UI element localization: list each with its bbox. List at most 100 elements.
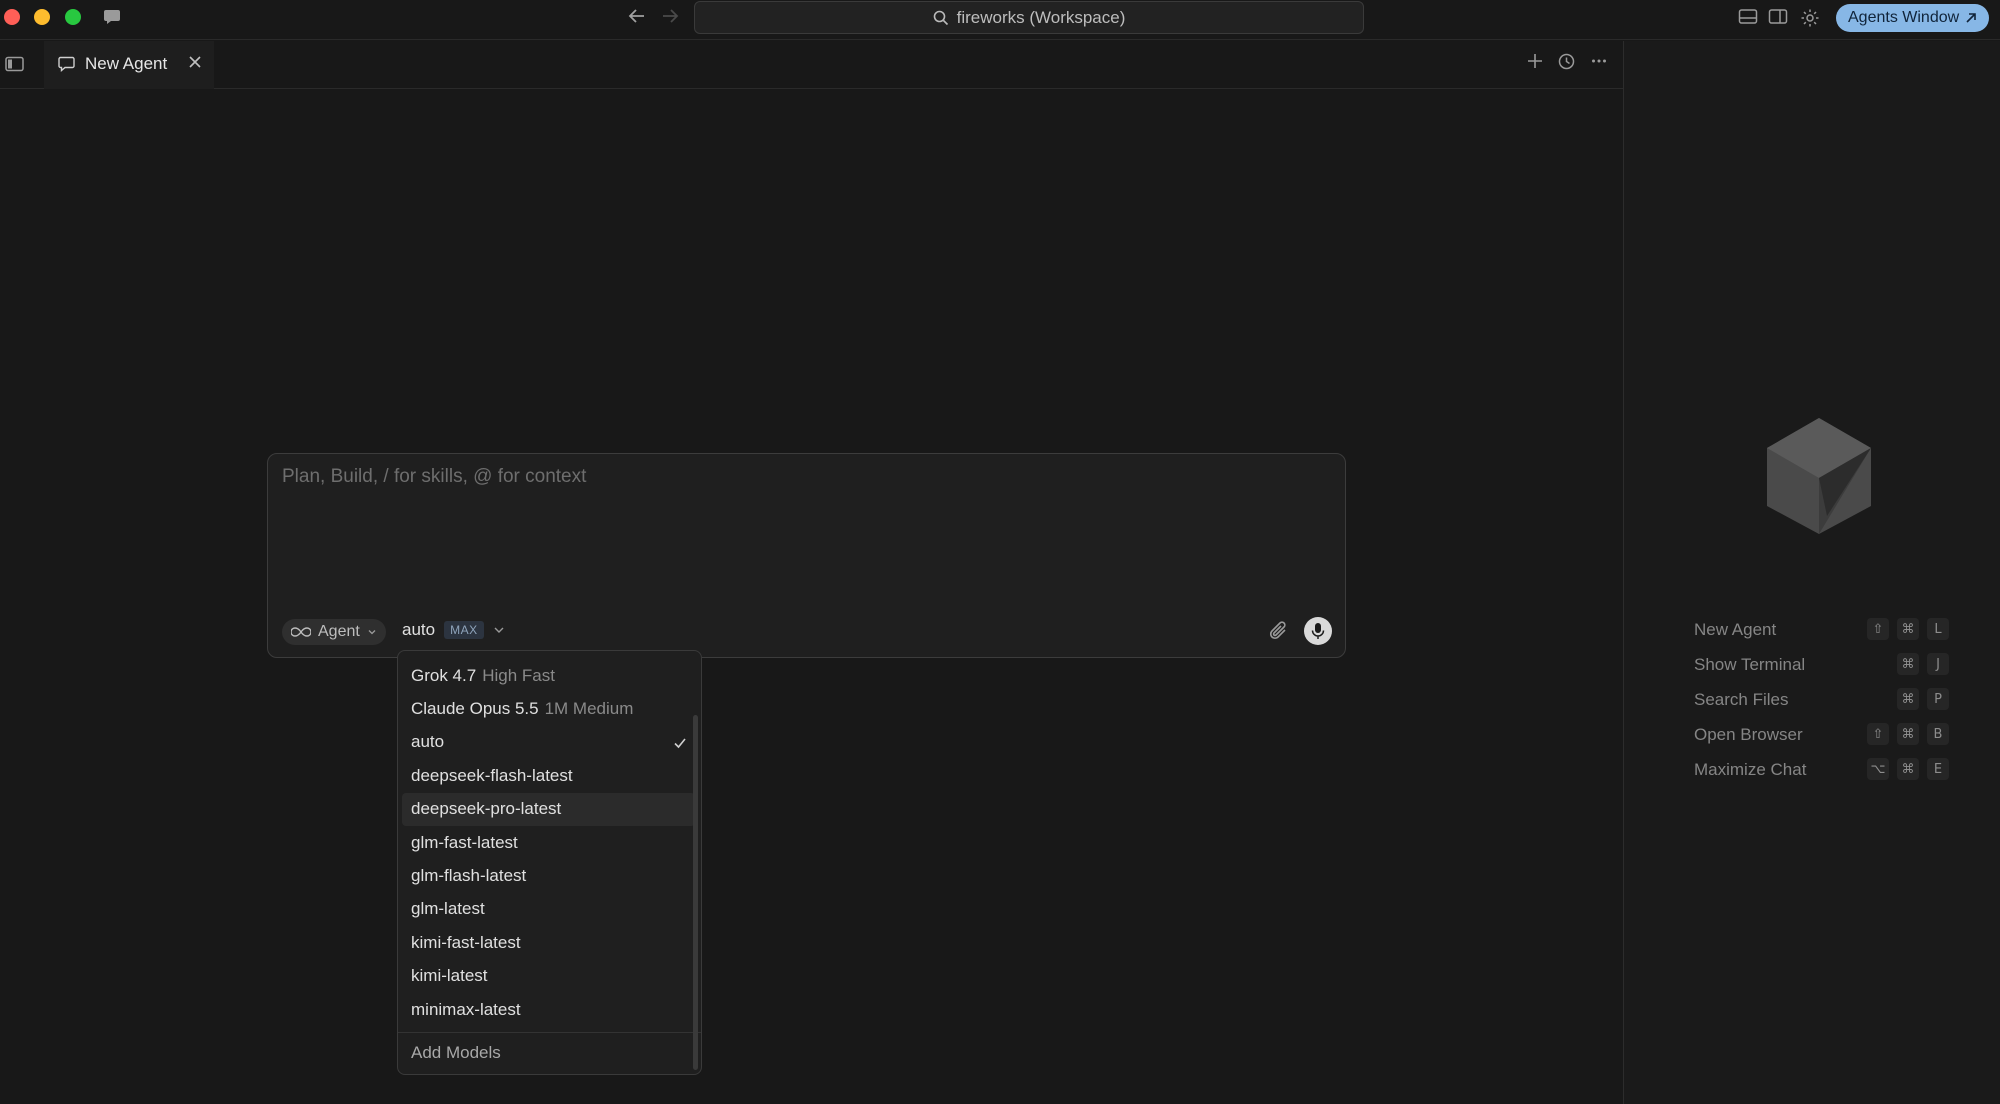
model-option-name: kimi-latest bbox=[411, 966, 488, 986]
key-cap bbox=[1867, 688, 1889, 710]
model-option[interactable]: glm-latest bbox=[402, 893, 695, 926]
agent-composer[interactable]: Plan, Build, / for skills, @ for context… bbox=[267, 453, 1346, 658]
chevron-down-icon bbox=[494, 627, 504, 633]
workspace-search-bar[interactable]: fireworks (Workspace) bbox=[694, 1, 1364, 34]
model-option[interactable]: glm-fast-latest bbox=[402, 826, 695, 859]
add-models-button[interactable]: Add Models bbox=[398, 1039, 701, 1067]
key-cap: ⌘ bbox=[1897, 723, 1919, 745]
more-options-icon[interactable] bbox=[1591, 53, 1607, 74]
model-option-name: Grok 4.7 bbox=[411, 665, 477, 685]
infinity-icon bbox=[291, 627, 311, 637]
model-option[interactable]: Claude Opus 5.5 1M Medium bbox=[402, 692, 695, 725]
model-option[interactable]: glm-flash-latest bbox=[402, 859, 695, 892]
agent-mode-selector[interactable]: Agent bbox=[282, 619, 386, 645]
shortcut-row[interactable]: Open Browser ⇧ ⌘ B bbox=[1694, 717, 1949, 752]
window-close-button[interactable] bbox=[4, 9, 20, 25]
shortcut-row[interactable]: Search Files ⌘ P bbox=[1694, 682, 1949, 717]
key-cap: ⇧ bbox=[1867, 618, 1889, 640]
mode-label: Agent bbox=[318, 623, 360, 640]
shortcut-label: Show Terminal bbox=[1694, 654, 1806, 674]
key-cap: B bbox=[1927, 723, 1949, 745]
microphone-icon bbox=[1311, 623, 1325, 639]
checkmark-icon bbox=[673, 735, 687, 755]
search-icon bbox=[933, 10, 948, 25]
key-cap: ⌘ bbox=[1897, 688, 1919, 710]
shortcut-label: Open Browser bbox=[1694, 724, 1803, 744]
model-label: auto bbox=[402, 620, 436, 639]
plus-icon[interactable] bbox=[1527, 53, 1543, 74]
model-option[interactable]: kimi-latest bbox=[402, 960, 695, 993]
model-option[interactable]: deepseek-pro-latest bbox=[402, 792, 695, 826]
key-cap: L bbox=[1927, 618, 1949, 640]
history-clock-icon[interactable] bbox=[1558, 53, 1575, 75]
key-cap bbox=[1867, 653, 1889, 675]
shortcut-keys: ⌘ P bbox=[1867, 688, 1949, 710]
agents-window-label: Agents Window bbox=[1848, 9, 1960, 26]
key-cap: E bbox=[1927, 758, 1949, 780]
agents-window-button[interactable]: Agents Window bbox=[1836, 4, 1990, 32]
tab-bar: New Agent bbox=[0, 41, 1623, 89]
sidebar-toggle-icon[interactable] bbox=[5, 56, 25, 77]
arrow-up-right-icon bbox=[1966, 13, 1976, 23]
model-option-name: deepseek-pro-latest bbox=[411, 799, 562, 819]
key-cap: ⌘ bbox=[1897, 653, 1919, 675]
close-icon[interactable] bbox=[188, 53, 202, 74]
model-list: Grok 4.7 High Fast Claude Opus 5.5 1M Mediu… bbox=[398, 659, 701, 1026]
model-option-name: glm-fast-latest bbox=[411, 832, 518, 852]
shortcut-row[interactable]: Show Terminal ⌘ J bbox=[1694, 647, 1949, 682]
shortcut-keys: ⇧ ⌘ B bbox=[1867, 723, 1949, 745]
key-cap: ⌥ bbox=[1867, 758, 1889, 780]
search-text: fireworks (Workspace) bbox=[956, 7, 1126, 27]
toggle-panel-icon[interactable] bbox=[1738, 8, 1758, 31]
microphone-button[interactable] bbox=[1304, 617, 1332, 645]
model-option-name: Claude Opus 5.5 bbox=[411, 699, 539, 719]
paperclip-icon[interactable] bbox=[1268, 619, 1290, 648]
model-dropdown: Grok 4.7 High Fast Claude Opus 5.5 1M Mediu… bbox=[397, 650, 702, 1075]
window-minimize-button[interactable] bbox=[34, 9, 50, 25]
model-option-detail: 1M Medium bbox=[544, 699, 634, 719]
key-cap: ⌘ bbox=[1897, 618, 1919, 640]
tab-label: New Agent bbox=[85, 54, 168, 73]
shortcut-keys: ⌥ ⌘ E bbox=[1867, 758, 1949, 780]
toggle-sidebar-right-icon[interactable] bbox=[1768, 8, 1788, 31]
back-arrow-icon[interactable] bbox=[627, 6, 647, 32]
model-option-name: glm-flash-latest bbox=[411, 866, 527, 886]
forward-arrow-icon[interactable] bbox=[660, 6, 680, 32]
key-cap: ⌘ bbox=[1897, 758, 1919, 780]
key-cap: P bbox=[1927, 688, 1949, 710]
shortcut-keys: ⌘ J bbox=[1867, 653, 1949, 675]
model-option-name: deepseek-flash-latest bbox=[411, 765, 573, 785]
tab-new-agent[interactable]: New Agent bbox=[44, 41, 214, 89]
key-cap: J bbox=[1927, 653, 1949, 675]
model-option[interactable]: minimax-latest bbox=[402, 993, 695, 1026]
model-selector[interactable]: auto MAX bbox=[402, 620, 505, 640]
chat-bubble-icon[interactable] bbox=[103, 9, 121, 30]
shortcut-label: Maximize Chat bbox=[1694, 759, 1807, 779]
model-option[interactable]: kimi-fast-latest bbox=[402, 926, 695, 959]
title-bar: fireworks (Workspace) Agents Window bbox=[0, 0, 2000, 40]
model-option-name: minimax-latest bbox=[411, 999, 521, 1019]
shortcut-keys: ⇧ ⌘ L bbox=[1867, 618, 1949, 640]
shortcut-label: Search Files bbox=[1694, 689, 1789, 709]
shortcut-row[interactable]: New Agent ⇧ ⌘ L bbox=[1694, 612, 1949, 647]
shortcut-label: New Agent bbox=[1694, 619, 1777, 639]
key-cap: ⇧ bbox=[1867, 723, 1889, 745]
window-maximize-button[interactable] bbox=[65, 9, 81, 25]
chevron-down-icon bbox=[368, 630, 376, 635]
shortcut-list: New Agent ⇧ ⌘ L Show Terminal ⌘ J Search Files ⌘… bbox=[1694, 612, 1949, 787]
model-option[interactable]: deepseek-flash-latest bbox=[402, 759, 695, 792]
model-option[interactable]: Grok 4.7 High Fast bbox=[402, 659, 695, 692]
right-panel: New Agent ⇧ ⌘ L Show Terminal ⌘ J Search Files ⌘… bbox=[1623, 41, 2000, 1104]
chat-bubble-icon bbox=[58, 56, 75, 72]
model-option-name: kimi-fast-latest bbox=[411, 932, 521, 952]
max-badge: MAX bbox=[444, 621, 484, 639]
model-option-detail: High Fast bbox=[482, 665, 555, 685]
scrollbar[interactable] bbox=[693, 715, 698, 1070]
prompt-input[interactable]: Plan, Build, / for skills, @ for context bbox=[282, 466, 586, 488]
divider bbox=[398, 1032, 701, 1034]
gear-icon[interactable] bbox=[1800, 8, 1820, 33]
model-option[interactable]: auto bbox=[402, 726, 695, 759]
shortcut-row[interactable]: Maximize Chat ⌥ ⌘ E bbox=[1694, 752, 1949, 787]
cursor-logo-icon bbox=[1765, 416, 1873, 541]
model-option-name: auto bbox=[411, 732, 445, 752]
